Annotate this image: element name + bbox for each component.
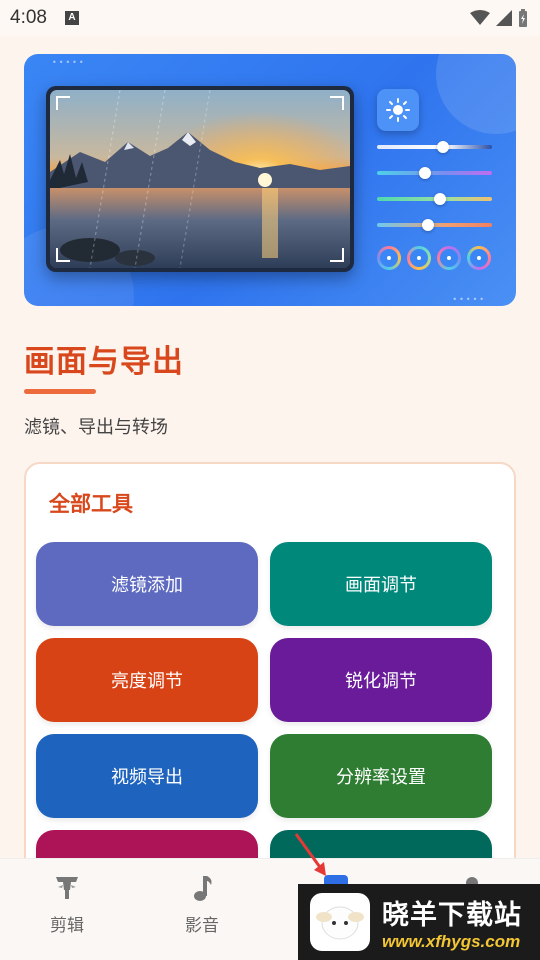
sun-icon	[377, 89, 419, 131]
status-indicators	[470, 9, 528, 27]
brightness-slider-graphic	[377, 141, 492, 153]
tool-label: 滤镜添加	[111, 575, 183, 596]
filter-add-button[interactable]: 滤镜添加	[36, 542, 258, 626]
landscape-illustration	[50, 90, 350, 268]
nav-item-media[interactable]: 影音	[167, 873, 237, 936]
resolution-settings-button[interactable]: 分辨率设置	[270, 734, 492, 818]
watermark-title: 晓羊下载站	[382, 899, 522, 931]
wifi-icon	[470, 10, 490, 25]
color-wheel-icon	[407, 246, 431, 270]
color-wheel-icon	[377, 246, 401, 270]
watermark-banner: 晓羊下载站 www.xfhygs.com	[298, 884, 540, 960]
title-underline	[24, 389, 96, 394]
page-subtitle: 滤镜、导出与转场	[24, 417, 168, 438]
status-bar: 4:08 A	[0, 0, 540, 36]
brightness-adjust-button[interactable]: 亮度调节	[36, 638, 258, 722]
bulb-tools-icon	[56, 877, 78, 899]
tools-title: 全部工具	[49, 492, 133, 516]
tool-label: 分辨率设置	[336, 767, 426, 788]
status-time: 4:08	[10, 7, 47, 28]
photo-preview-frame	[46, 86, 354, 272]
hero-banner: ••••• •••••	[24, 54, 516, 306]
crop-corner	[56, 248, 70, 262]
contrast-slider-graphic	[377, 219, 492, 231]
color-wheel-icon	[467, 246, 491, 270]
watermark-url: www.xfhygs.com	[382, 931, 521, 951]
decor-dots: •••••	[452, 295, 486, 304]
video-export-button[interactable]: 视频导出	[36, 734, 258, 818]
battery-icon	[519, 9, 527, 27]
nav-item-edit[interactable]: 剪辑	[32, 873, 102, 936]
tool-label: 视频导出	[111, 767, 183, 788]
page-title: 画面与导出	[24, 344, 184, 380]
tool-label: 亮度调节	[111, 671, 183, 692]
notification-a-icon: A	[64, 11, 79, 25]
signal-icon	[496, 10, 512, 26]
nav-label: 影音	[185, 916, 219, 936]
sheep-logo-icon	[310, 893, 370, 951]
tool-label: 锐化调节	[345, 671, 417, 692]
color-wheel-icon	[437, 246, 461, 270]
decor-dots: •••••	[52, 58, 86, 67]
saturation-slider-graphic	[377, 193, 492, 205]
pointer-arrow-icon	[294, 833, 326, 876]
decor-circle	[436, 54, 516, 134]
crop-corner	[330, 248, 344, 262]
sharpen-adjust-button[interactable]: 锐化调节	[270, 638, 492, 722]
hue-slider-graphic	[377, 167, 492, 179]
landscape-photo	[50, 90, 350, 268]
nav-label: 剪辑	[50, 916, 84, 936]
music-note-icon	[194, 876, 212, 901]
image-adjust-button[interactable]: 画面调节	[270, 542, 492, 626]
crop-corner	[56, 96, 70, 110]
crop-corner	[330, 96, 344, 110]
tool-label: 画面调节	[345, 575, 417, 596]
